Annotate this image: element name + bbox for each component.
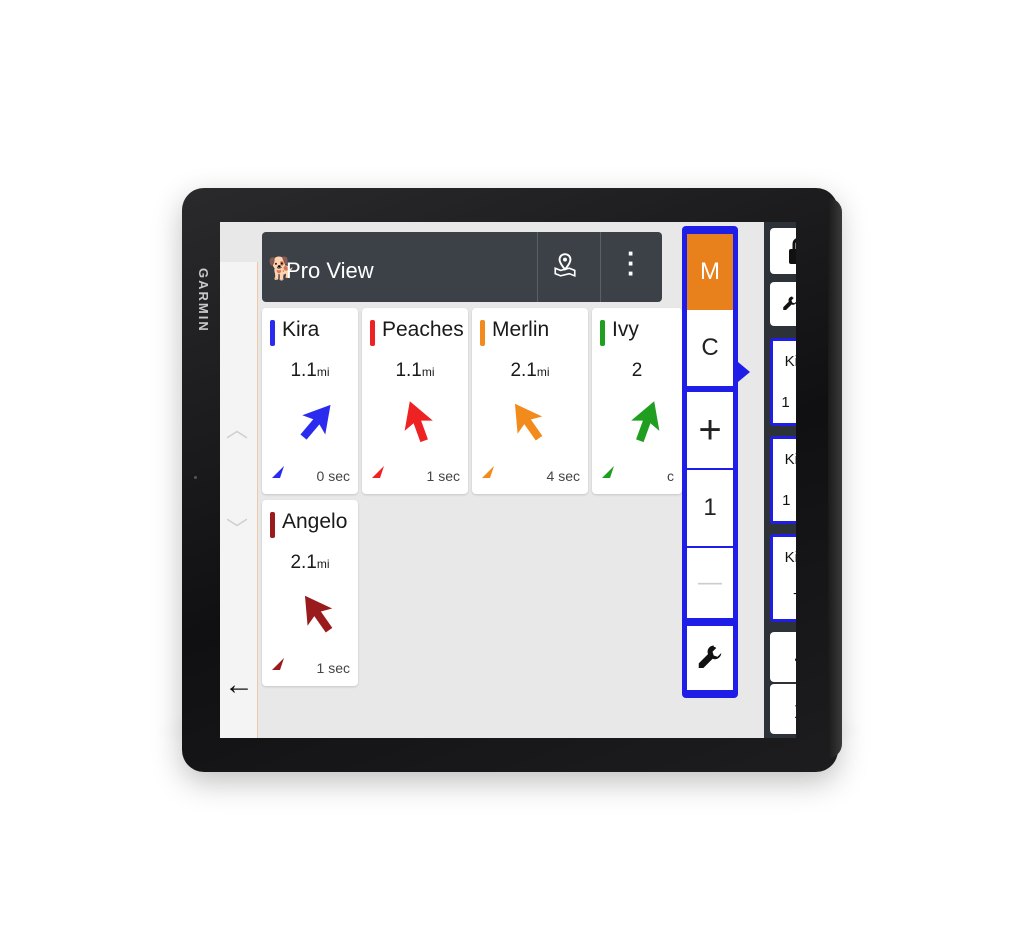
dog-name: Kira: [282, 318, 320, 341]
dog-name: Peaches: [382, 318, 464, 341]
dog-card[interactable]: Angelo 2.1mi 1 sec: [262, 500, 358, 686]
quick-dog-name: Kira: [784, 451, 796, 468]
previous-button[interactable]: ‹: [770, 632, 796, 682]
mode-popup: M C + 1 —: [682, 226, 738, 698]
quick-dog-status: 1 C: [782, 492, 791, 509]
right-panel: 3 Kira 1 M Kira 1 C Kira T ‹ ›: [764, 222, 796, 738]
dog-color-tag: [270, 512, 275, 538]
dog-color-tag: [270, 320, 275, 346]
scroll-up-icon[interactable]: ︿: [226, 412, 248, 444]
back-arrow-icon[interactable]: ←: [224, 668, 254, 702]
device-edge: [828, 198, 842, 758]
dog-heading-icon: [482, 466, 494, 478]
wrench-icon: [698, 645, 722, 668]
quick-dog-name: Kira: [784, 549, 796, 566]
dog-name: Angelo: [282, 510, 348, 533]
quick-dog-button[interactable]: Kira 1 C: [770, 436, 796, 524]
quick-dog-button[interactable]: Kira T: [770, 534, 796, 622]
garmin-device: GARMIN ︿ ﹀ ← 🐕 Pro View ··· Kira 1.1mi: [182, 188, 842, 772]
quick-dog-status: 1 M: [781, 394, 790, 411]
mode-c-button[interactable]: C: [687, 310, 733, 386]
dog-heading-icon: [602, 466, 614, 478]
brand-logo: GARMIN: [196, 268, 211, 333]
dog-heading-icon: [272, 466, 284, 478]
dog-card[interactable]: Kira 1.1mi 0 sec: [262, 308, 358, 494]
dog-color-tag: [480, 320, 485, 346]
dog-update-age: 0 sec: [316, 468, 350, 484]
dog-name: Merlin: [492, 318, 550, 341]
dog-name: Ivy: [612, 318, 639, 341]
title-bar: 🐕 Pro View · · ·: [262, 232, 662, 302]
map-pin-icon[interactable]: [552, 252, 578, 278]
level-value: 1: [687, 470, 733, 546]
more-menu-icon[interactable]: · · ·: [627, 240, 636, 286]
divider: [537, 232, 538, 302]
page-title: Pro View: [286, 258, 374, 283]
dog-distance: 1.1mi: [290, 360, 330, 381]
dog-direction-arrow-icon: [631, 401, 660, 443]
dog-direction-arrow-icon: [514, 403, 543, 441]
dog-heading-icon: [372, 466, 384, 478]
dog-distance: 2.1mi: [510, 360, 550, 381]
tools-button[interactable]: 3: [770, 282, 796, 326]
dog-direction-arrow-icon: [300, 404, 331, 440]
dog-card[interactable]: Ivy 2 c: [592, 308, 682, 494]
dog-update-age: 1 sec: [426, 468, 460, 484]
dog-update-age: 4 sec: [546, 468, 580, 484]
wrench-button[interactable]: [687, 626, 733, 690]
light-sensor: [194, 476, 197, 479]
left-rail: ︿ ﹀ ←: [220, 262, 258, 738]
unlock-icon: [789, 238, 796, 264]
dog-update-age: c: [667, 468, 674, 484]
quick-dog-name: Kira: [784, 353, 796, 370]
dog-direction-arrow-icon: [404, 401, 433, 443]
divider: [600, 232, 601, 302]
minus-button[interactable]: —: [687, 548, 733, 618]
plus-button[interactable]: +: [687, 392, 733, 468]
dog-update-age: 1 sec: [316, 660, 350, 676]
dog-card[interactable]: Merlin 2.1mi 4 sec: [472, 308, 588, 494]
dog-card[interactable]: Peaches 1.1mi 1 sec: [362, 308, 468, 494]
wrench-icon: [783, 296, 796, 310]
dog-distance: 1.1mi: [395, 360, 435, 381]
dog-heading-icon: [272, 658, 284, 670]
dog-color-tag: [370, 320, 375, 346]
scroll-down-icon[interactable]: ﹀: [226, 512, 248, 544]
popup-pointer: [738, 362, 750, 382]
dog-color-tag: [600, 320, 605, 346]
mode-m-button[interactable]: M: [687, 234, 733, 310]
dog-distance: 2.1mi: [290, 552, 330, 573]
chevron-right-icon: ›: [794, 691, 796, 728]
next-button[interactable]: ›: [770, 684, 796, 734]
screen: ︿ ﹀ ← 🐕 Pro View ··· Kira 1.1mi 0 sec: [220, 222, 796, 738]
quick-dog-button[interactable]: Kira 1 M: [770, 338, 796, 426]
dog-direction-arrow-icon: [304, 595, 333, 633]
chevron-left-icon: ‹: [794, 639, 796, 676]
quick-dog-status: T: [773, 590, 796, 607]
dog-distance: 2: [631, 360, 643, 381]
lock-button[interactable]: [770, 228, 796, 274]
